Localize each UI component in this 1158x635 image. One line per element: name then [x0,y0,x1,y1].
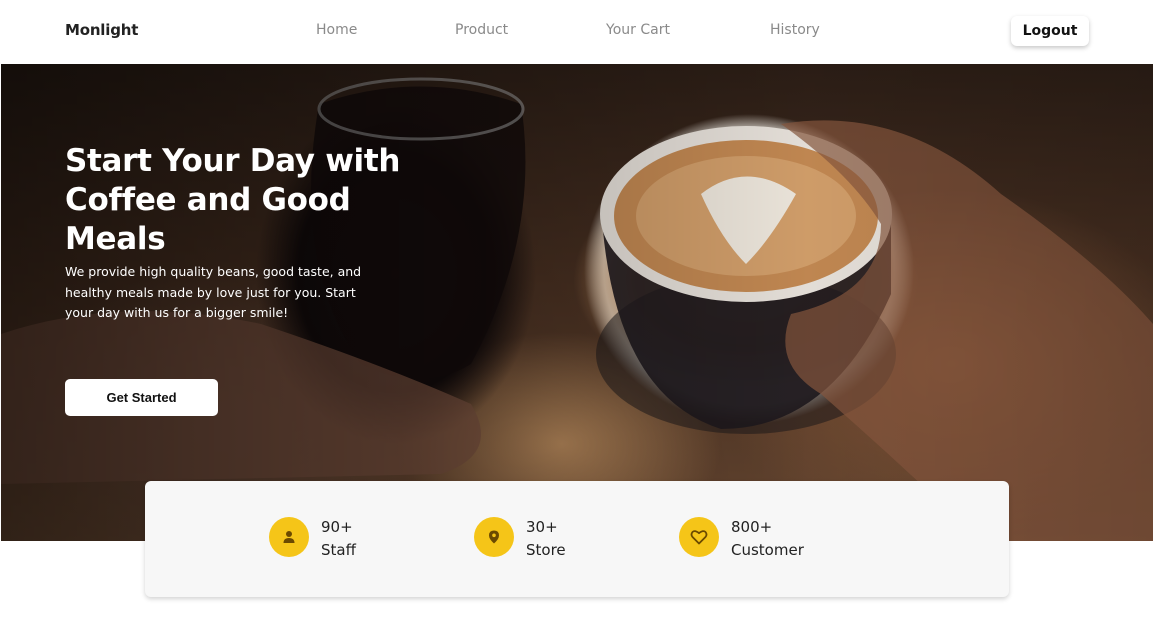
stat-value: 30+ [526,518,558,536]
brand-logo[interactable]: Monlight [65,21,138,39]
hero-section: Start Your Day with Coffee and Good Meal… [1,64,1153,541]
nav-link-home[interactable]: Home [316,22,357,38]
navbar: Monlight Home Product Your Cart History … [0,0,1158,64]
nav-link-your-cart[interactable]: Your Cart [606,22,670,38]
stat-value: 800+ [731,518,773,536]
person-icon [269,517,309,557]
stat-label: Customer [731,541,804,559]
nav-link-product[interactable]: Product [455,22,508,38]
location-pin-icon [474,517,514,557]
heart-icon [679,517,719,557]
stat-label: Store [526,541,566,559]
nav-link-history[interactable]: History [770,22,820,38]
hero-description: We provide high quality beans, good tast… [65,264,362,320]
hero-title: Start Your Day with Coffee and Good Meal… [65,143,401,257]
stats-card: 90+ Staff 30+ Store 800+ Customer [145,481,1009,597]
landing-page: Monlight Home Product Your Cart History … [0,0,1158,635]
logout-button[interactable]: Logout [1011,16,1089,46]
get-started-button[interactable]: Get Started [65,379,218,416]
stat-value: 90+ [321,518,353,536]
stat-label: Staff [321,541,356,559]
